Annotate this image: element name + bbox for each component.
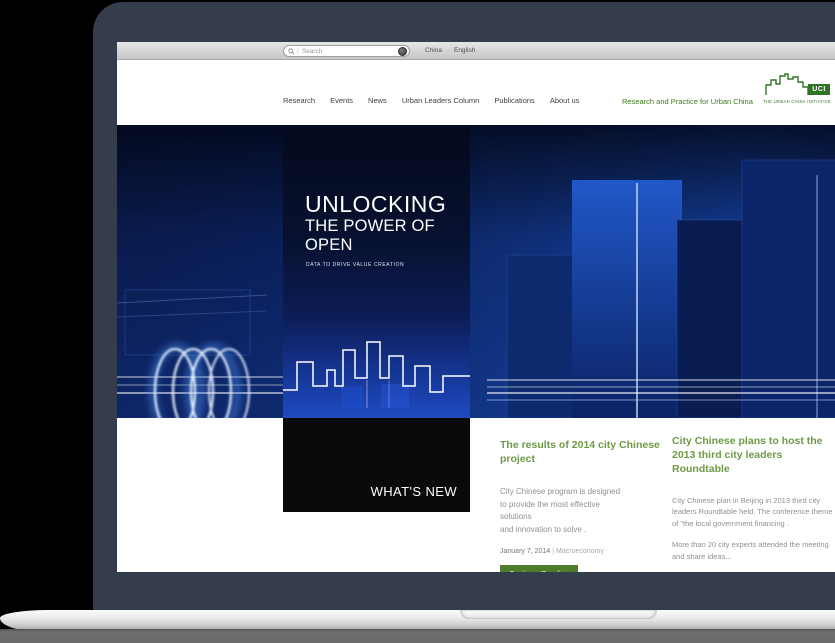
uci-logo-name: THE URBAN CHINA INITIATIVE	[763, 99, 831, 104]
search-divider: |	[297, 48, 299, 55]
lang-link-english[interactable]: English	[454, 47, 475, 54]
article-1-title[interactable]: The results of 2014 city Chinese project	[500, 438, 660, 466]
nav-item-urban-leaders-column[interactable]: Urban Leaders Column	[402, 96, 480, 105]
hero-title-line2: THE POWER OF OPEN	[305, 217, 470, 255]
main-nav: Research Events News Urban Leaders Colum…	[283, 96, 579, 105]
laptop-lid-notch	[460, 610, 657, 619]
whats-new-panel: WHAT'S NEW	[283, 418, 470, 512]
hero-subtitle: DATA TO DRIVE VALUE CREATION	[306, 262, 470, 268]
site-tagline: Research and Practice for Urban China	[622, 97, 753, 106]
language-switcher: China · English	[425, 47, 475, 54]
meta-separator: |	[552, 548, 554, 555]
lang-link-china[interactable]: China	[425, 47, 442, 54]
article-card-2: City Chinese plans to host the 2013 thir…	[672, 434, 835, 572]
article-1-body: City Chinese program is designed to prov…	[500, 486, 660, 536]
nav-item-events[interactable]: Events	[330, 96, 353, 105]
article-1-category[interactable]: Macroeconomy	[556, 548, 604, 555]
article-2-title[interactable]: City Chinese plans to host the 2013 thir…	[672, 434, 835, 477]
lang-separator: ·	[447, 48, 449, 54]
browser-topbar: | China · English	[117, 42, 835, 60]
uci-acronym-badge: UCI	[808, 84, 830, 95]
article-2-body-paragraph-1: City Chinese plan in Beijing in 2013 thi…	[672, 495, 835, 530]
uci-logo[interactable]: UCI THE URBAN CHINA INITIATIVE	[763, 71, 831, 104]
search-icon	[288, 48, 295, 55]
page-background: { "browser_bar": { "search_placeholder":…	[0, 0, 835, 643]
continue-reading-button[interactable]: Continue Reading	[500, 565, 578, 572]
desk-surface	[0, 629, 835, 643]
article-2-body-paragraph-2: More than 20 city experts attended the m…	[672, 539, 835, 562]
article-1-date: January 7, 2014	[500, 548, 550, 555]
search-go-button[interactable]	[398, 47, 407, 56]
site-header: Research Events News Urban Leaders Colum…	[117, 60, 835, 125]
city-night-artwork	[117, 125, 835, 418]
search-input[interactable]	[302, 48, 398, 55]
hero-banner: UNLOCKING THE POWER OF OPEN DATA TO DRIV…	[117, 125, 835, 418]
nav-item-news[interactable]: News	[368, 96, 387, 105]
city-skyline-icon	[283, 328, 470, 408]
laptop-base	[0, 610, 835, 631]
hero-title-line1: UNLOCKING	[305, 193, 470, 216]
laptop-screen-content: | China · English Research Events News U…	[117, 42, 835, 572]
nav-item-publications[interactable]: Publications	[494, 96, 534, 105]
article-card-1: The results of 2014 city Chinese project…	[500, 438, 660, 572]
hero-center-panel: UNLOCKING THE POWER OF OPEN DATA TO DRIV…	[283, 125, 470, 418]
nav-item-research[interactable]: Research	[283, 96, 315, 105]
search-field[interactable]: |	[283, 45, 410, 57]
whats-new-heading: WHAT'S NEW	[371, 484, 457, 499]
article-1-meta: January 7, 2014|Macroeconomy	[500, 548, 660, 555]
nav-item-about-us[interactable]: About us	[550, 96, 580, 105]
